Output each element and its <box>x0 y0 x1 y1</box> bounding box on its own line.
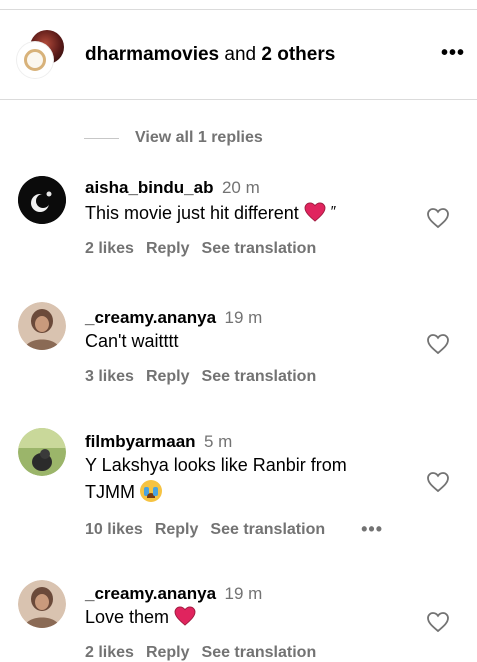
comment-text-suffix: ″ <box>330 203 337 220</box>
likes-count[interactable]: 3 likes <box>85 368 134 386</box>
comment-actions: 2 likes Reply See translation <box>85 644 415 662</box>
comment-actions: 3 likes Reply See translation <box>85 368 415 386</box>
see-translation-link[interactable]: See translation <box>202 644 317 662</box>
header-connector: and <box>224 44 257 65</box>
comment-username[interactable]: aisha_bindu_ab <box>85 178 213 197</box>
comment-text-line: Y Lakshya looks like Ranbir from <box>85 455 347 475</box>
comment-username[interactable]: _creamy.ananya <box>85 308 216 327</box>
see-translation-link[interactable]: See translation <box>202 240 317 258</box>
avatar-image <box>18 176 66 224</box>
comment-text-line-2: TJMM <box>85 479 415 506</box>
header-others[interactable]: 2 others <box>261 44 335 65</box>
avatar[interactable] <box>18 302 66 350</box>
comment-text: Can't waitttt <box>85 331 179 351</box>
stacked-avatars[interactable] <box>17 30 67 80</box>
avatar-image <box>18 580 66 628</box>
comment-text: This movie just hit different ″ <box>85 198 415 227</box>
reply-button[interactable]: Reply <box>146 368 190 386</box>
like-heart-icon[interactable] <box>426 471 450 493</box>
avatar-image <box>18 428 66 476</box>
comment-body: filmbyarmaan 5 m Y Lakshya looks like Ra… <box>85 432 415 540</box>
more-options-icon[interactable]: ••• <box>441 43 465 63</box>
header-username[interactable]: dharmamovies <box>85 44 219 65</box>
avatar[interactable] <box>18 580 66 628</box>
comment-text-content: This movie just hit different <box>85 203 299 223</box>
comment-time: 5 m <box>204 432 233 451</box>
comment-more-options-icon[interactable]: ••• <box>361 519 383 540</box>
comment-time: 19 m <box>224 584 263 603</box>
comment-text-line-content: TJMM <box>85 482 135 502</box>
red-heart-icon <box>174 606 196 626</box>
comment-body: _creamy.ananya 19 m Love them 2 likes Re… <box>85 584 415 662</box>
view-replies-label[interactable]: View all 1 replies <box>135 129 263 147</box>
avatar[interactable] <box>18 428 66 476</box>
red-heart-icon <box>304 202 326 222</box>
likes-header: dharmamovies and 2 others ••• <box>0 10 477 100</box>
comment-text: Love them <box>85 604 415 631</box>
loudly-crying-face-icon <box>140 480 162 502</box>
comment-text-content: Love them <box>85 607 170 627</box>
avatar-image <box>18 302 66 350</box>
reply-button[interactable]: Reply <box>146 240 190 258</box>
like-heart-icon[interactable] <box>426 611 450 633</box>
comment-username[interactable]: _creamy.ananya <box>85 584 216 603</box>
likes-count[interactable]: 2 likes <box>85 240 134 258</box>
avatar <box>17 42 53 78</box>
likes-count[interactable]: 10 likes <box>85 521 143 539</box>
reply-button[interactable]: Reply <box>155 521 199 539</box>
see-translation-link[interactable]: See translation <box>210 521 325 539</box>
comment-time: 19 m <box>224 308 263 327</box>
reply-button[interactable]: Reply <box>146 644 190 662</box>
comment-text: Y Lakshya looks like Ranbir from TJMM <box>85 452 415 506</box>
comment-body: aisha_bindu_ab 20 m This movie just hit … <box>85 178 415 258</box>
replies-line <box>84 137 119 139</box>
header-summary: dharmamovies and 2 others <box>85 44 335 66</box>
see-translation-link[interactable]: See translation <box>202 368 317 386</box>
comment-username[interactable]: filmbyarmaan <box>85 432 196 451</box>
like-heart-icon[interactable] <box>426 333 450 355</box>
like-heart-icon[interactable] <box>426 207 450 229</box>
view-replies-link[interactable]: View all 1 replies <box>84 128 263 148</box>
avatar[interactable] <box>18 176 66 224</box>
comment-time: 20 m <box>221 178 260 197</box>
comment-actions: 10 likes Reply See translation ••• <box>85 519 415 540</box>
likes-count[interactable]: 2 likes <box>85 644 134 662</box>
comment-body: _creamy.ananya 19 m Can't waitttt 3 like… <box>85 308 415 386</box>
comment-actions: 2 likes Reply See translation <box>85 240 415 258</box>
